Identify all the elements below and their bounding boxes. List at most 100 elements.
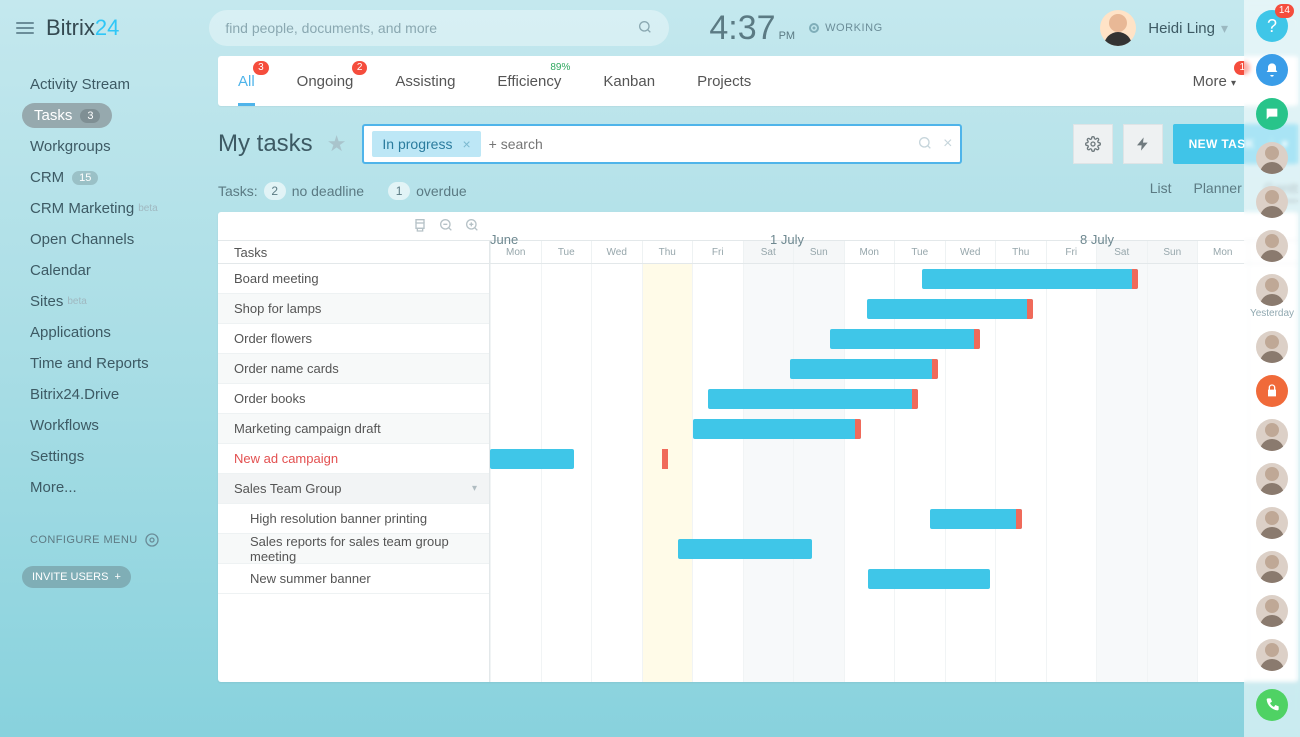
configure-menu-button[interactable]: CONFIGURE MENU	[30, 532, 218, 548]
sidebar-item-calendar[interactable]: Calendar	[0, 256, 218, 285]
tab-assisting[interactable]: Assisting	[395, 73, 455, 90]
task-row[interactable]: Board meeting	[218, 264, 489, 294]
day-scale: MonTueWedThuFriSatSunMonTueWedThuFriSatS…	[490, 241, 1298, 263]
gear-icon	[1085, 136, 1101, 152]
sidebar-item-tasks[interactable]: Tasks3	[22, 103, 112, 128]
contact-avatar[interactable]	[1256, 639, 1288, 671]
search-icon[interactable]	[637, 19, 653, 38]
lock-icon	[1264, 383, 1280, 399]
task-row[interactable]: Order books	[218, 384, 489, 414]
sidebar-item-crm[interactable]: CRM15	[0, 163, 218, 192]
menu-toggle-icon[interactable]	[16, 22, 34, 34]
tab-all[interactable]: All3	[238, 73, 255, 90]
gantt-bar[interactable]	[678, 539, 812, 559]
filter-input[interactable]	[489, 136, 917, 152]
contact-avatar[interactable]	[1256, 230, 1288, 262]
gantt-bar[interactable]	[693, 419, 861, 439]
user-avatar	[1100, 10, 1136, 46]
gantt-bar[interactable]	[867, 299, 1033, 319]
page-title: My tasks	[218, 130, 313, 158]
task-row[interactable]: Sales reports for sales team group meeti…	[218, 534, 489, 564]
gantt-bar[interactable]	[930, 509, 1022, 529]
sidebar: Activity Stream Tasks3 WorkgroupsCRM15CRM …	[0, 56, 218, 737]
clear-icon[interactable]: ×	[943, 135, 952, 154]
sidebar-item-activity-stream[interactable]: Activity Stream	[0, 70, 218, 99]
summary-text: overdue	[416, 183, 467, 199]
task-row[interactable]: Marketing campaign draft	[218, 414, 489, 444]
settings-button[interactable]	[1073, 124, 1113, 164]
tab-ongoing[interactable]: Ongoing2	[297, 73, 354, 90]
phone-icon	[1264, 697, 1280, 713]
help-badge: 14	[1275, 4, 1294, 18]
tab-kanban[interactable]: Kanban	[603, 73, 655, 90]
call-button[interactable]	[1256, 689, 1288, 721]
tab-efficiency[interactable]: Efficiency89%	[497, 73, 561, 90]
task-row[interactable]: Shop for lamps	[218, 294, 489, 324]
automation-button[interactable]	[1123, 124, 1163, 164]
sidebar-item-workgroups[interactable]: Workgroups	[0, 132, 218, 161]
sidebar-item-sites[interactable]: Sitesbeta	[0, 287, 218, 316]
search-icon[interactable]	[917, 135, 933, 154]
chip-remove-icon[interactable]: ×	[462, 136, 470, 152]
task-row[interactable]: Order flowers	[218, 324, 489, 354]
tab-projects[interactable]: Projects	[697, 73, 751, 90]
gantt-bar[interactable]	[790, 359, 938, 379]
chat-icon	[1264, 106, 1280, 122]
task-row[interactable]: New ad campaign	[218, 444, 489, 474]
gantt-bar[interactable]	[922, 269, 1138, 289]
summary-text: no deadline	[292, 183, 364, 199]
filter-box[interactable]: In progress× ×	[362, 124, 962, 164]
sidebar-item-workflows[interactable]: Workflows	[0, 411, 218, 440]
gantt-panel: June1 July8 July Tasks MonTueWedThuFriSa…	[218, 212, 1298, 682]
task-row[interactable]: High resolution banner printing	[218, 504, 489, 534]
bell-icon	[1264, 62, 1280, 78]
sidebar-item-bitrix24-drive[interactable]: Bitrix24.Drive	[0, 380, 218, 409]
rail-separator-label: Yesterday	[1250, 308, 1294, 319]
print-icon[interactable]	[412, 217, 428, 236]
contact-avatar[interactable]	[1256, 274, 1288, 306]
summary-count: 1	[388, 182, 410, 200]
user-menu[interactable]: Heidi Ling ▾	[1100, 10, 1228, 46]
gantt-bar[interactable]	[868, 569, 990, 589]
clock: 4:37PM	[709, 9, 795, 48]
chat-button[interactable]	[1256, 98, 1288, 130]
tab-more[interactable]: More ▾1	[1193, 73, 1236, 90]
sidebar-item-settings[interactable]: Settings	[0, 442, 218, 471]
sidebar-item-time-and-reports[interactable]: Time and Reports	[0, 349, 218, 378]
brand-logo: Bitrix24	[46, 15, 119, 41]
sidebar-item-applications[interactable]: Applications	[0, 318, 218, 347]
sidebar-item-open-channels[interactable]: Open Channels	[0, 225, 218, 254]
filter-chip[interactable]: In progress×	[372, 131, 480, 157]
gantt-bar[interactable]	[708, 389, 918, 409]
global-search-input[interactable]	[225, 20, 637, 36]
contact-avatar[interactable]	[1256, 186, 1288, 218]
contact-avatar[interactable]	[1256, 551, 1288, 583]
gantt-bar[interactable]	[490, 449, 574, 469]
global-search[interactable]	[209, 10, 669, 46]
contact-avatar[interactable]	[1256, 595, 1288, 627]
sidebar-item-more-[interactable]: More...	[0, 473, 218, 502]
task-group[interactable]: Sales Team Group	[218, 474, 489, 504]
chevron-down-icon: ▾	[1221, 20, 1228, 37]
summary-label: Tasks:	[218, 183, 258, 199]
working-status[interactable]: WORKING	[809, 22, 883, 34]
contact-avatar[interactable]	[1256, 331, 1288, 363]
zoom-in-icon[interactable]	[464, 217, 480, 236]
notifications-button[interactable]	[1256, 54, 1288, 86]
zoom-out-icon[interactable]	[438, 217, 454, 236]
invite-users-button[interactable]: INVITE USERS +	[22, 566, 131, 588]
contact-avatar[interactable]	[1256, 463, 1288, 495]
contact-avatar[interactable]	[1256, 419, 1288, 451]
sidebar-item-crm-marketing[interactable]: CRM Marketingbeta	[0, 194, 218, 223]
gantt-chart[interactable]	[490, 264, 1298, 682]
task-row[interactable]: Order name cards	[218, 354, 489, 384]
view-planner[interactable]: Planner	[1193, 180, 1241, 202]
contact-avatar[interactable]	[1256, 507, 1288, 539]
gantt-bar[interactable]	[830, 329, 980, 349]
lock-button[interactable]	[1256, 375, 1288, 407]
view-list[interactable]: List	[1150, 180, 1172, 202]
star-icon[interactable]: ★	[327, 131, 347, 157]
contact-avatar[interactable]	[1256, 142, 1288, 174]
task-row[interactable]: New summer banner	[218, 564, 489, 594]
help-button[interactable]: ? 14	[1256, 10, 1288, 42]
